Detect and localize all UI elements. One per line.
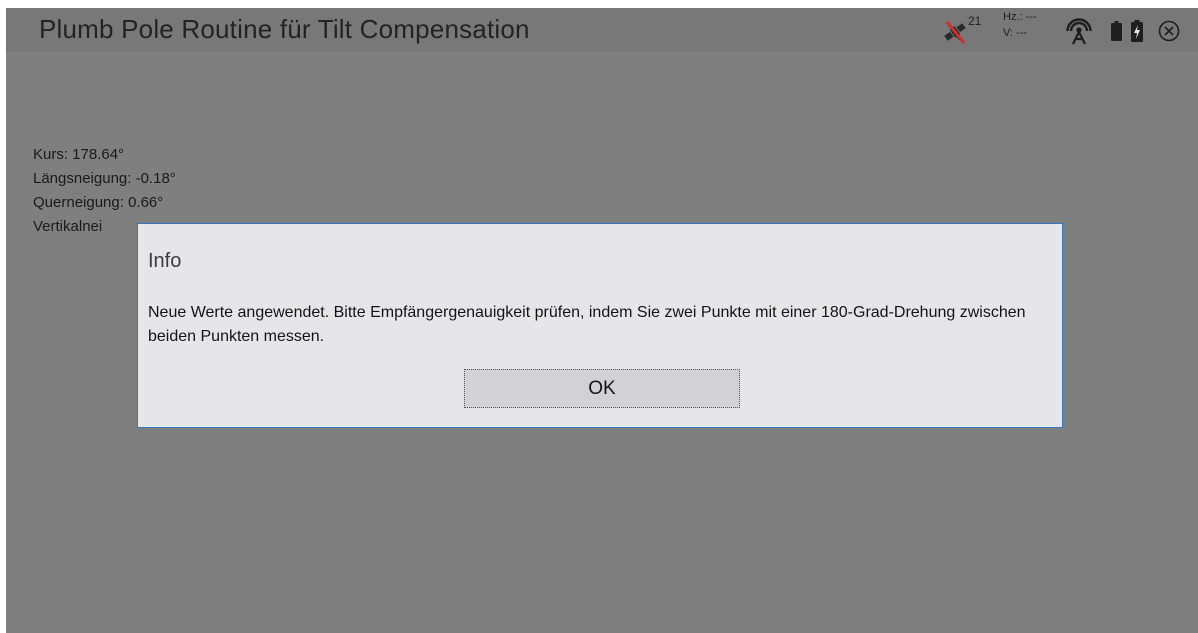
info-dialog: Info Neue Werte angewendet. Bitte Empfän… [137,223,1063,428]
battery-charging-icon[interactable] [1131,20,1143,42]
satellite-count: 21 [968,14,982,28]
title-bar: Plumb Pole Routine für Tilt Compensation… [6,8,1198,52]
heading-reading: Kurs: 178.64° [33,146,125,163]
v-readout: V: --- [1003,27,1028,39]
transverse-tilt-reading: Querneigung: 0.66° [33,194,164,211]
app-window: Plumb Pole Routine für Tilt Compensation… [6,8,1198,633]
dialog-title: Info [148,250,182,272]
hz-readout: Hz.: --- [1003,11,1037,23]
longitudinal-tilt-reading: Längsneigung: -0.18° [33,170,176,187]
satellite-no-fix-icon[interactable] [941,18,969,46]
dialog-message: Neue Werte angewendet. Bitte Empfängerge… [148,304,1026,345]
page-title: Plumb Pole Routine für Tilt Compensation [39,14,530,44]
radio-signal-icon[interactable] [1066,17,1092,45]
ok-button[interactable]: OK [464,369,740,408]
vertical-tilt-reading: Vertikalnei [33,218,103,235]
close-icon[interactable] [1158,20,1180,42]
battery-icon[interactable] [1111,21,1122,41]
